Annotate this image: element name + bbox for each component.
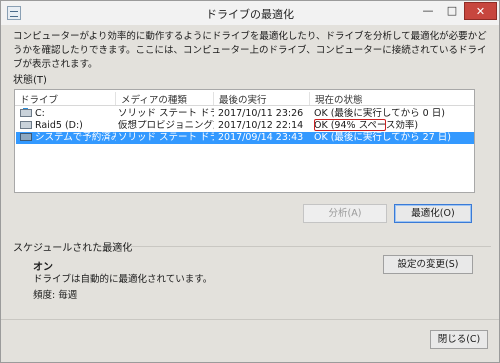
last-run-cell: 2017/10/11 23:26 — [218, 108, 304, 119]
optimize-drives-window: ドライブの最適化 — □ ✕ コンピューターがより効率的に動作するようにドライブ… — [0, 0, 500, 363]
drive-list[interactable]: ドライブ メディアの種類 最後の実行 現在の状態 C: ソリッド ステート ドラ… — [14, 89, 475, 193]
schedule-frequency: 頻度: 毎週 — [33, 290, 78, 301]
column-header-drive[interactable]: ドライブ — [15, 92, 115, 106]
system-drive-icon — [20, 133, 32, 141]
status-label: 状態(T) — [13, 75, 47, 86]
drive-name-cell: Raid5 (D:) — [20, 120, 116, 132]
last-run-cell: 2017/09/14 23:43 — [218, 132, 304, 143]
close-button[interactable]: 閉じる(C) — [430, 330, 488, 349]
change-settings-button[interactable]: 設定の変更(S) — [383, 255, 473, 274]
drive-row-c[interactable]: C: ソリッド ステート ドライブ 2017/10/11 23:26 OK (最… — [16, 108, 474, 120]
drive-name: Raid5 (D:) — [35, 120, 83, 131]
maximize-button[interactable]: □ — [441, 2, 463, 20]
column-header-media-type[interactable]: メディアの種類 — [115, 92, 213, 106]
section-divider — [131, 246, 491, 247]
state-cell: OK (最後に実行してから 27 日) — [314, 132, 451, 143]
drive-name: C: — [35, 108, 45, 119]
last-run-cell: 2017/10/12 22:14 — [218, 120, 304, 131]
drive-list-header: ドライブ メディアの種類 最後の実行 現在の状態 — [15, 90, 474, 106]
drive-name: システムで予約済み — [35, 132, 116, 143]
state-cell: OK (94% スペース効率) — [314, 120, 419, 131]
minimize-button[interactable]: — — [416, 2, 440, 20]
close-window-button[interactable]: ✕ — [464, 2, 497, 20]
optimize-button[interactable]: 最適化(O) — [394, 204, 472, 223]
drive-row-system-reserved[interactable]: システムで予約済み ソリッド ステート ドライブ 2017/09/14 23:4… — [16, 132, 474, 144]
state-cell: OK (最後に実行してから 0 日) — [314, 108, 445, 119]
windows-drive-icon — [20, 109, 32, 117]
scheduled-optimization-title: スケジュールされた最適化 — [13, 243, 133, 254]
drive-name-cell: C: — [20, 108, 116, 120]
media-type-cell: ソリッド ステート ドライブ — [118, 132, 214, 143]
title-bar[interactable]: ドライブの最適化 — □ ✕ — [1, 1, 499, 25]
analyze-button[interactable]: 分析(A) — [303, 204, 387, 223]
drive-icon — [20, 121, 32, 129]
drive-name-cell: システムで予約済み — [20, 132, 116, 144]
description-text: コンピューターがより効率的に動作するようにドライブを最適化したり、ドライブを分析… — [13, 31, 487, 70]
column-header-last-run[interactable]: 最後の実行 — [213, 92, 309, 106]
schedule-description: ドライブは自動的に最適化されています。 — [33, 274, 213, 285]
footer-divider — [1, 319, 499, 320]
media-type-cell: ソリッド ステート ドライブ — [118, 108, 214, 119]
media-type-cell: 仮想プロビジョニング対応... — [118, 120, 214, 131]
drive-row-raid5[interactable]: Raid5 (D:) 仮想プロビジョニング対応... 2017/10/12 22… — [16, 120, 474, 132]
column-header-current-status[interactable]: 現在の状態 — [309, 92, 439, 106]
